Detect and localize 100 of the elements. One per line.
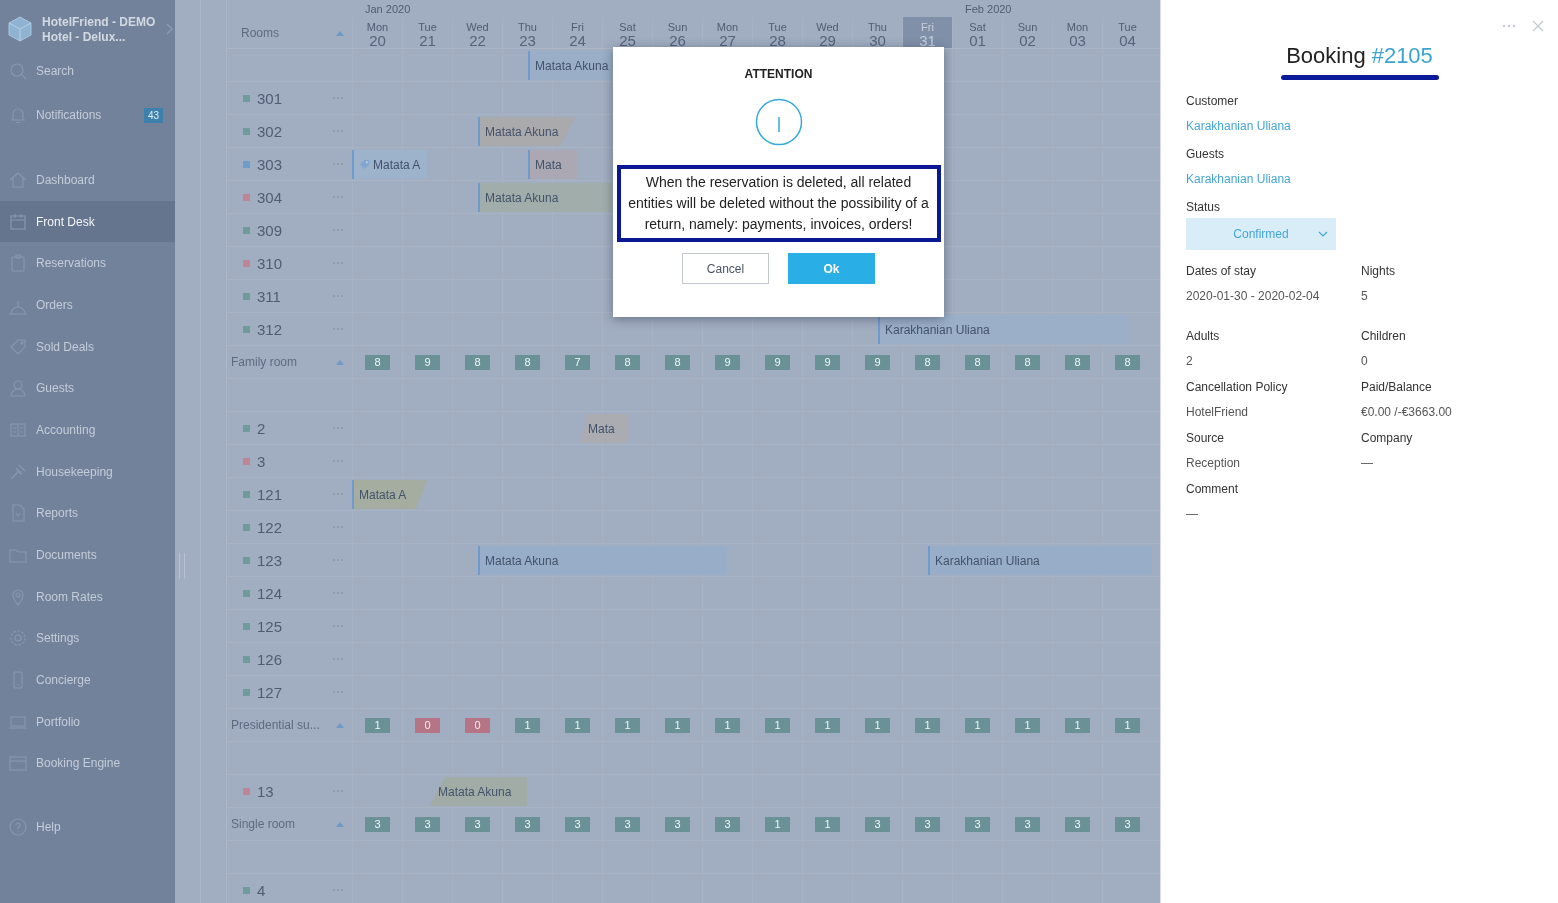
availability-count: 3: [915, 816, 940, 832]
close-icon[interactable]: [1532, 20, 1544, 32]
availability-count: 3: [415, 816, 440, 832]
sidebar-item[interactable]: Housekeeping: [0, 450, 175, 493]
cancel-button[interactable]: Cancel: [682, 253, 769, 284]
sidebar-item[interactable]: Front Desk: [0, 200, 175, 243]
availability-count: 9: [765, 354, 790, 370]
collapse-icon[interactable]: [336, 722, 344, 728]
day-name: Fri: [571, 22, 584, 33]
room-number: 312: [257, 320, 283, 338]
availability-count: 3: [1065, 816, 1090, 832]
field-label: Paid/Balance: [1361, 380, 1433, 394]
sidebar-item[interactable]: Portfolio: [0, 700, 175, 743]
availability-count: 1: [665, 717, 690, 733]
booking-bar[interactable]: Matata A: [352, 150, 427, 179]
room-number: 123: [257, 551, 283, 569]
field-value: €0.00 /-€3663.00: [1361, 405, 1453, 419]
sidebar-item[interactable]: Sold Deals: [0, 325, 175, 368]
info-icon: [754, 98, 803, 146]
availability-count: 3: [865, 816, 890, 832]
day-name: Sun: [1017, 22, 1038, 33]
collapse-icon[interactable]: [336, 821, 344, 827]
day-name: Wed: [816, 22, 839, 33]
calendar-icon: [8, 211, 28, 232]
availability-count: 8: [1065, 354, 1090, 370]
sidebar-item[interactable]: Search: [0, 49, 175, 93]
booking-bar[interactable]: Matata Akuna: [430, 777, 527, 806]
day-name: Mon: [716, 22, 739, 33]
booking-bar[interactable]: Matata A: [352, 480, 427, 509]
booking-bar[interactable]: Matata Akuna: [478, 183, 612, 212]
availability-count: 3: [1115, 816, 1140, 832]
availability-count: 9: [715, 354, 740, 370]
booking-bar[interactable]: Karakhanian Uliana: [878, 315, 1127, 344]
availability-count: 3: [615, 816, 640, 832]
day-name: Tue: [418, 22, 437, 33]
availability-count: 1: [1015, 717, 1040, 733]
sidebar-item[interactable]: Accounting: [0, 409, 175, 451]
room-number: 301: [257, 89, 283, 107]
room-number: 304: [257, 188, 283, 206]
field-label: Comment: [1186, 482, 1239, 496]
sidebar-item[interactable]: Booking Engine: [0, 742, 175, 785]
sidebar-item[interactable]: Dashboard: [0, 159, 175, 201]
availability-count: 0: [415, 717, 440, 733]
availability-count: 7: [565, 354, 590, 370]
booking-bar[interactable]: Mata: [528, 150, 577, 179]
month-label: Jan 2020: [364, 2, 412, 17]
room-number: 311: [257, 287, 281, 305]
availability-count: 0: [465, 717, 490, 733]
sort-icon[interactable]: [336, 29, 344, 36]
guest-link[interactable]: Karakhanian Uliana: [1186, 172, 1361, 186]
availability-count: 8: [465, 354, 490, 370]
sidebar-item[interactable]: Reports: [0, 492, 175, 535]
field-value: HotelFriend: [1186, 405, 1250, 419]
availability-count: 1: [1065, 717, 1090, 733]
day-date: 03: [1069, 33, 1086, 48]
availability-count: 8: [1115, 354, 1140, 370]
availability-count: 1: [565, 717, 590, 733]
booking-number: #2105: [1371, 43, 1433, 69]
availability-count: 1: [815, 816, 840, 832]
booking-bar[interactable]: Mata: [580, 414, 627, 443]
availability-count: 8: [1015, 354, 1040, 370]
sidebar-item[interactable]: Documents: [0, 534, 175, 576]
availability-count: 1: [765, 717, 790, 733]
room-number: 302: [257, 122, 283, 140]
more-icon[interactable]: [1502, 24, 1516, 28]
sidebar-item[interactable]: Concierge: [0, 659, 175, 701]
status-select[interactable]: Confirmed: [1186, 218, 1336, 250]
booking-bar[interactable]: Matata Akuna: [528, 51, 612, 80]
availability-count: 1: [365, 717, 390, 733]
sidebar-item[interactable]: Reservations: [0, 242, 175, 285]
booking-bar[interactable]: Karakhanian Uliana: [928, 546, 1152, 575]
room-number: 124: [257, 584, 283, 602]
panel-title: Booking: [1286, 43, 1366, 69]
availability-count: 1: [965, 717, 990, 733]
field-label: Source: [1186, 431, 1226, 445]
sidebar-item[interactable]: Guests: [0, 367, 175, 410]
availability-count: 3: [565, 816, 590, 832]
day-date: 02: [1019, 33, 1036, 48]
day-date: 26: [669, 33, 686, 48]
field-label: Company: [1361, 431, 1414, 445]
day-date: 29: [819, 33, 836, 48]
sidebar-item[interactable]: Notifications 43: [0, 93, 175, 137]
guest-link[interactable]: Karakhanian Uliana: [1186, 119, 1361, 133]
sidebar-item[interactable]: Orders: [0, 284, 175, 326]
ok-button[interactable]: Ok: [788, 253, 875, 284]
room-number: 303: [257, 155, 283, 173]
availability-count: 1: [765, 816, 790, 832]
sidebar-item[interactable]: Settings: [0, 617, 175, 660]
availability-count: 8: [965, 354, 990, 370]
day-date: 24: [569, 33, 586, 48]
day-name: Wed: [466, 22, 489, 33]
booking-bar[interactable]: Matata Akuna: [478, 117, 575, 146]
availability-count: 9: [815, 354, 840, 370]
field-label: Customer: [1186, 94, 1239, 108]
collapse-icon[interactable]: [336, 359, 344, 365]
availability-count: 1: [865, 717, 890, 733]
sidebar-item[interactable]: Help: [0, 806, 175, 848]
sidebar-item[interactable]: Room Rates: [0, 575, 175, 618]
chevron-icon[interactable]: [165, 22, 175, 36]
booking-bar[interactable]: Matata Akuna: [478, 546, 727, 575]
